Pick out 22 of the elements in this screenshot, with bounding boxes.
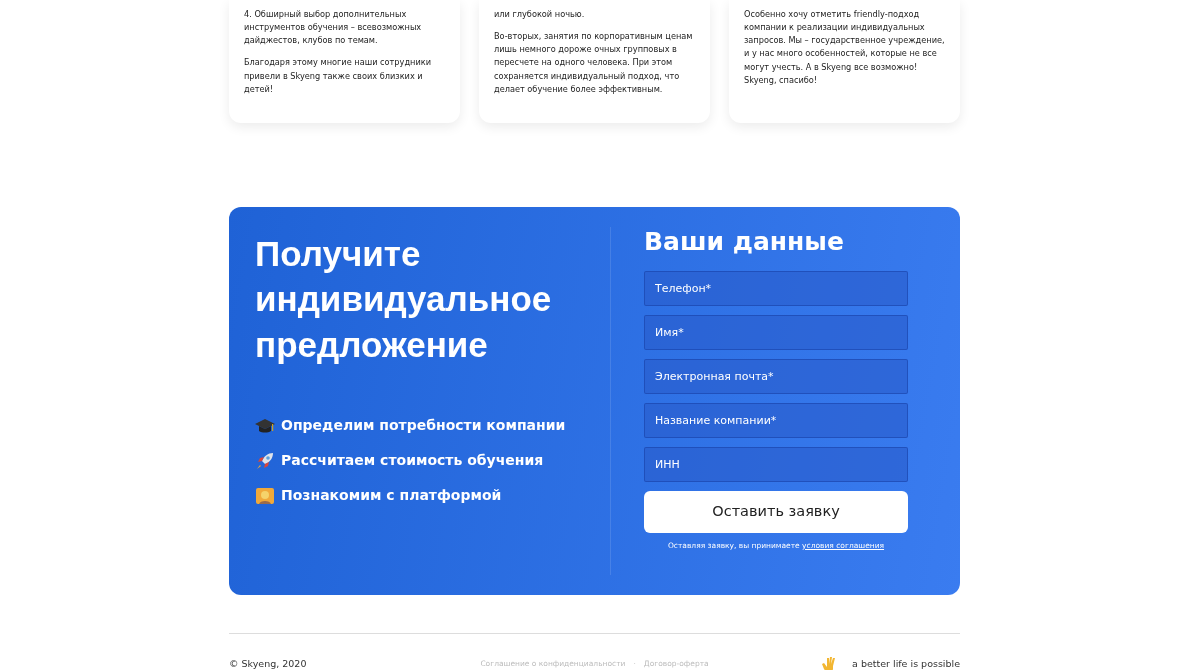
benefit-icon [255, 451, 275, 470]
input-field[interactable]: Электронная почта* [644, 358, 908, 394]
benefit-icon [255, 416, 275, 435]
input-field[interactable]: Название компании* [644, 402, 908, 438]
submit-button[interactable]: Оставить заявку [644, 490, 908, 533]
input-field[interactable]: Имя* [644, 314, 908, 350]
benefit-icon [255, 486, 275, 505]
review-text: Во-вторых, занятия по корпоративным ценам лишь немного дороже очных групповых в пересчете на одного человека. При этом сохраняется индивидуальный подход, что делает обучение более эффективным. [494, 30, 694, 96]
benefit-text: Познакомим с платформой [281, 486, 502, 506]
hand-icon [822, 655, 837, 670]
form-heading: Ваши данные [644, 226, 845, 257]
copyright-text: © Skyeng, 2020 [229, 656, 308, 670]
input-field[interactable]: Телефон* [644, 270, 908, 306]
benefit-text: Определим потребности компании [281, 416, 566, 436]
review-text: 4. Обширный выбор дополнительных инструментов обучения – всевозможных дайджестов, клубов по темам. [244, 8, 423, 48]
review-text: Благодаря этому многие наши сотрудники привели в Skyeng также своих близких и детей! [244, 56, 432, 96]
input-field[interactable]: ИНН [644, 446, 908, 482]
review-text: Особенно хочу отметить friendly-подход компании к реализации индивидуальных запросов. Мы – государственное учреждение, и у нас много особенностей, которые не все могут учесть. А в Skyeng все возможно! Skyeng, спасибо! [744, 8, 945, 87]
benefit-text: Рассчитаем стоимость обучения [281, 451, 544, 471]
offer-heading: Получите индивидуальное предложение [255, 232, 553, 366]
review-text: или глубокой ночью. [494, 8, 586, 21]
slogan-text: a better life is possible [852, 656, 960, 670]
